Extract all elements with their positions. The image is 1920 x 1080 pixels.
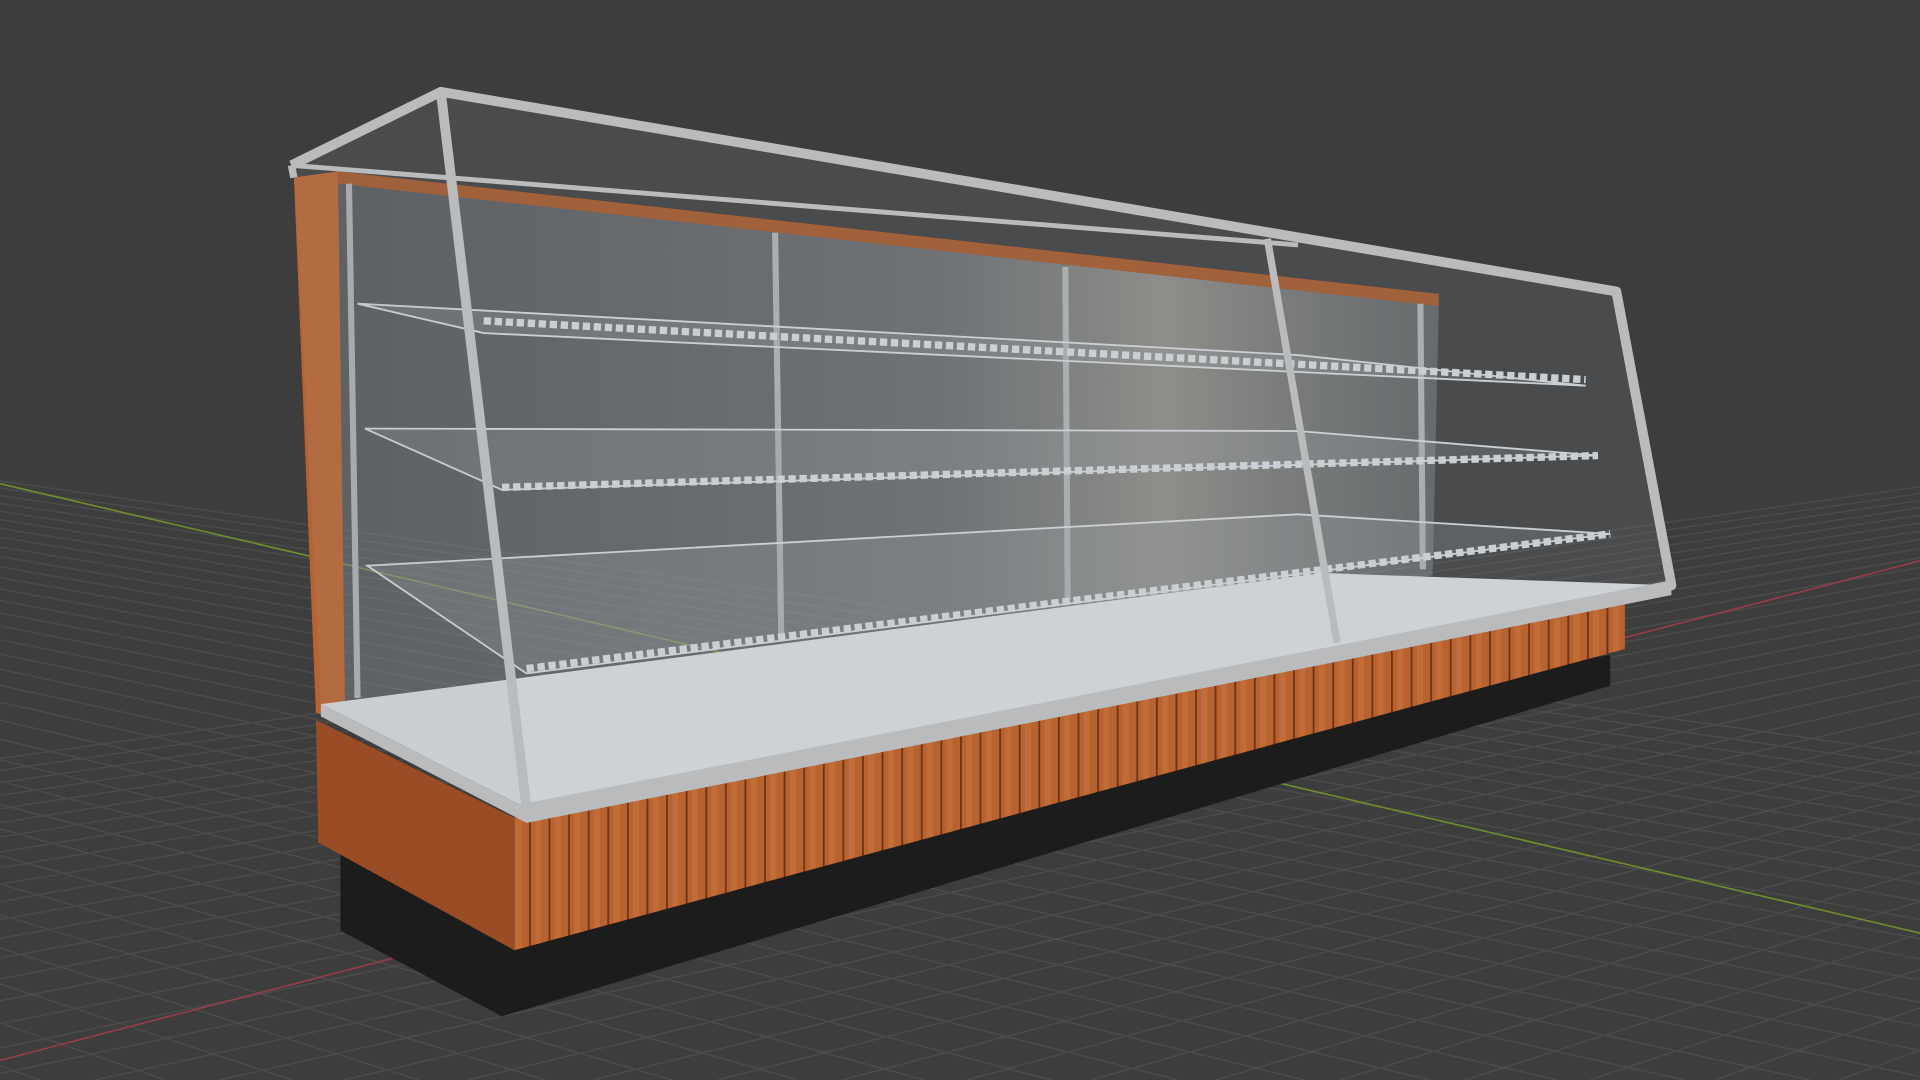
grid-line [1464,933,1920,1080]
3d-viewport[interactable] [0,0,1920,1080]
grid-line [0,1022,167,1080]
grid-line [1838,1049,1920,1080]
grid-line [0,983,293,1080]
grid-line [1215,870,1920,1080]
